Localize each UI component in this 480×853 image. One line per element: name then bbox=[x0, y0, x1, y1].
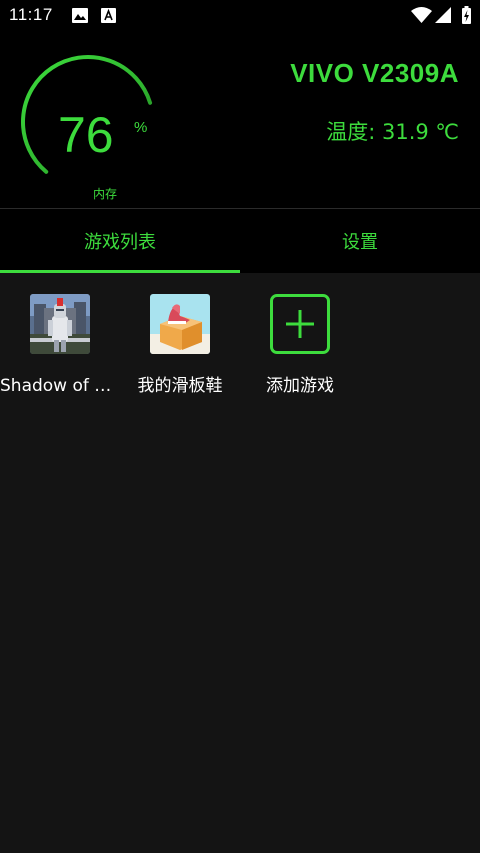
knight-game-icon bbox=[30, 294, 90, 354]
device-header: 76 % 内存 VIVO V2309A 温度: 31.9 ℃ bbox=[0, 32, 480, 208]
sneaker-game-icon bbox=[150, 294, 210, 354]
add-icon bbox=[270, 294, 330, 354]
status-bar: 11:17 bbox=[0, 0, 480, 32]
status-time: 11:17 bbox=[9, 5, 53, 24]
add-game-button[interactable]: 添加游戏 bbox=[240, 294, 360, 404]
signal-icon bbox=[435, 7, 451, 27]
add-game-label: 添加游戏 bbox=[266, 376, 334, 396]
tab-bar: 游戏列表 设置 bbox=[0, 209, 480, 273]
memory-gauge: 76 % 内存 bbox=[18, 52, 158, 201]
battery-icon bbox=[462, 6, 471, 28]
game-item-skate-shoe[interactable]: 我的滑板鞋 bbox=[120, 294, 240, 404]
game-label: 我的滑板鞋 bbox=[137, 376, 223, 396]
memory-value: 76 bbox=[58, 107, 114, 163]
tab-settings[interactable]: 设置 bbox=[240, 209, 480, 273]
temperature-readout: 温度: 31.9 ℃ bbox=[326, 120, 459, 144]
text-notification-icon bbox=[101, 8, 116, 27]
wifi-icon bbox=[411, 7, 432, 27]
tab-game-list-label: 游戏列表 bbox=[84, 232, 156, 253]
device-name: VIVO V2309A bbox=[290, 58, 459, 88]
game-item-shadow[interactable]: Shadow of R... bbox=[0, 294, 120, 404]
tab-settings-label: 设置 bbox=[342, 232, 378, 253]
tab-game-list[interactable]: 游戏列表 bbox=[0, 209, 240, 273]
image-notification-icon bbox=[72, 8, 88, 27]
app-screen: 11:17 76 % 内存 VIVO V2309A 温度: 31.9 ℃ 游戏列… bbox=[0, 0, 480, 853]
game-label: Shadow of R... bbox=[0, 376, 120, 396]
memory-label: 内存 bbox=[93, 187, 118, 201]
memory-unit: % bbox=[134, 119, 148, 136]
tab-selected-indicator bbox=[0, 270, 240, 273]
